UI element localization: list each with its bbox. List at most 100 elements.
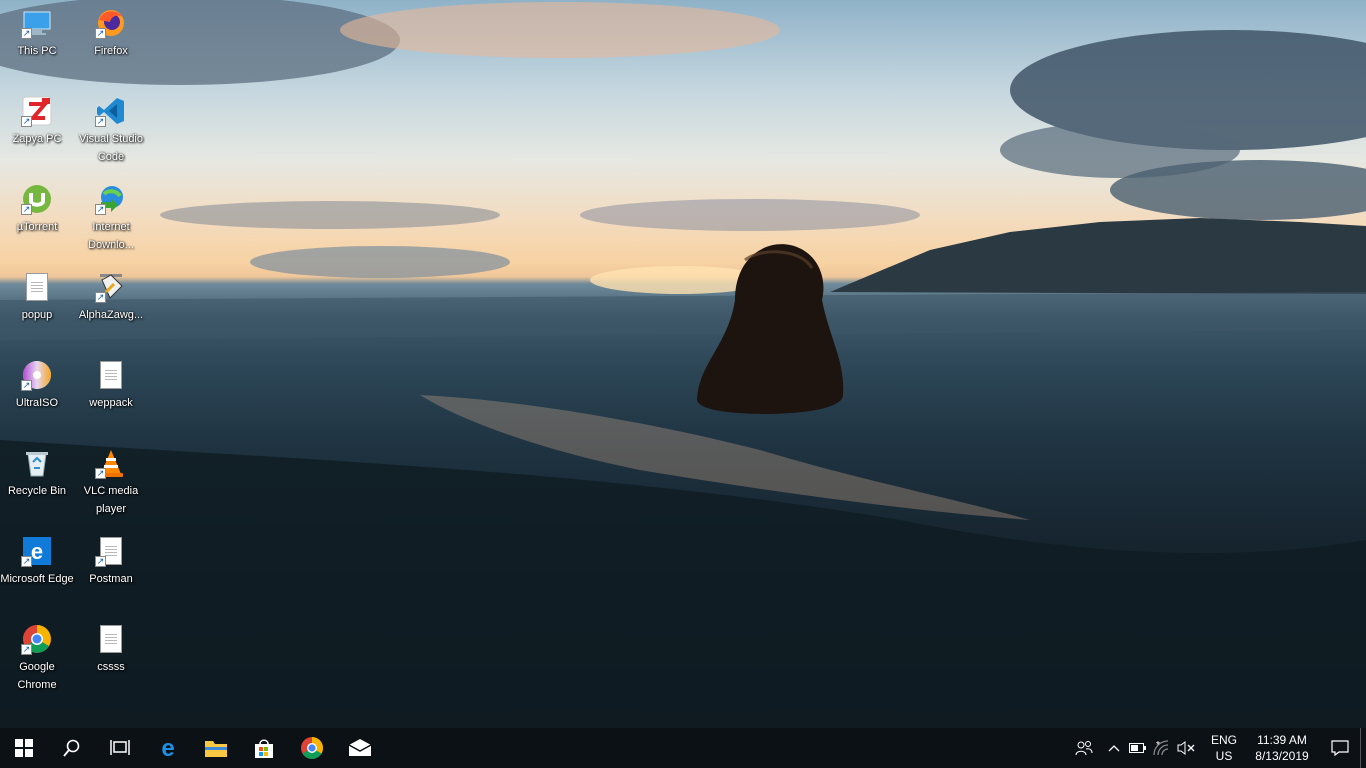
- alphazawg-icon: ↗: [95, 271, 127, 303]
- notification-icon: [1331, 740, 1349, 756]
- edge-icon: e: [161, 737, 174, 759]
- people-icon: [1075, 741, 1093, 756]
- show-hidden-icons-button[interactable]: [1102, 728, 1126, 768]
- taskbar: e * ENG US 11:39 AM 8/13/2019: [0, 728, 1366, 768]
- clock-date: 8/13/2019: [1255, 749, 1309, 763]
- chevron-up-icon: [1108, 745, 1120, 752]
- shortcut-arrow-icon: ↗: [21, 116, 32, 127]
- desktop-icon-label: Firefox: [94, 45, 128, 57]
- desktop-icon-edge[interactable]: e ↗ Microsoft Edge: [0, 528, 74, 614]
- search-icon: [63, 739, 80, 757]
- volume-button[interactable]: [1174, 728, 1198, 768]
- store-icon: [255, 739, 273, 758]
- network-button[interactable]: *: [1150, 728, 1174, 768]
- file-explorer-icon: [205, 741, 227, 757]
- document-icon: [95, 359, 127, 391]
- desktop-icon-popup[interactable]: popup: [0, 264, 74, 350]
- desktop-icon-label: Visual Studio Code: [78, 133, 143, 163]
- shortcut-arrow-icon: ↗: [21, 556, 32, 567]
- desktop-icon-postman[interactable]: ↗ Postman: [74, 528, 148, 614]
- shortcut-arrow-icon: ↗: [21, 380, 32, 391]
- desktop-icon-label: Microsoft Edge: [0, 573, 74, 585]
- shortcut-arrow-icon: ↗: [95, 292, 106, 303]
- desktop-icon-chrome[interactable]: ↗ Google Chrome: [0, 616, 74, 702]
- desktop-icon-ultraiso[interactable]: ↗ UltraISO: [0, 352, 74, 438]
- desktop-icon-label: UltraISO: [15, 397, 59, 409]
- taskbar-file-explorer-button[interactable]: [192, 728, 240, 768]
- desktop-icon-vscode[interactable]: ↗ Visual Studio Code: [74, 88, 148, 174]
- taskbar-mail-button[interactable]: [336, 728, 384, 768]
- desktop-icon-label: Google Chrome: [17, 661, 57, 691]
- vscode-icon: ↗: [95, 95, 127, 127]
- desktop-icon-this-pc[interactable]: ↗ This PC: [0, 0, 74, 86]
- shortcut-arrow-icon: ↗: [95, 116, 106, 127]
- recycle-bin-icon: [21, 447, 53, 479]
- shortcut-arrow-icon: ↗: [95, 556, 106, 567]
- this-pc-icon: ↗: [21, 7, 53, 39]
- desktop-icon-label: Internet Downlo...: [88, 221, 134, 251]
- people-button[interactable]: [1066, 728, 1102, 768]
- desktop-icon-firefox[interactable]: ↗ Firefox: [74, 0, 148, 86]
- desktop-icon-recycle-bin[interactable]: Recycle Bin: [0, 440, 74, 526]
- svg-text:e: e: [161, 737, 174, 759]
- document-icon: ↗: [95, 535, 127, 567]
- shortcut-arrow-icon: ↗: [21, 28, 32, 39]
- task-view-button[interactable]: [96, 728, 144, 768]
- show-desktop-button[interactable]: [1360, 728, 1366, 768]
- edge-icon: e ↗: [21, 535, 53, 567]
- desktop-icon-vlc[interactable]: ↗ VLC media player: [74, 440, 148, 526]
- desktop-icon-label: Postman: [89, 573, 133, 585]
- document-icon: [21, 271, 53, 303]
- search-button[interactable]: [48, 728, 96, 768]
- desktop-icon-cssss[interactable]: cssss: [74, 616, 148, 702]
- desktop-icon-alphazawg[interactable]: ↗ AlphaZawg...: [74, 264, 148, 350]
- wallpaper-scene: [0, 0, 1366, 728]
- desktop-icon-utorrent[interactable]: ↗ µTorrent: [0, 176, 74, 262]
- desktop-icon-label: weppack: [89, 397, 133, 409]
- action-center-button[interactable]: [1320, 728, 1360, 768]
- desktop-icon-label: AlphaZawg...: [78, 309, 144, 321]
- battery-icon: [1129, 743, 1146, 753]
- clock-time: 11:39 AM: [1257, 733, 1307, 747]
- desktop-icon-label: Zapya PC: [12, 133, 62, 145]
- shortcut-arrow-icon: ↗: [95, 28, 106, 39]
- desktop-icon-label: µTorrent: [16, 221, 58, 233]
- desktop-icon-idm[interactable]: ↗ Internet Downlo...: [74, 176, 148, 262]
- clock-button[interactable]: 11:39 AM 8/13/2019: [1244, 732, 1320, 764]
- desktop-icon-label: VLC media player: [83, 485, 139, 515]
- svg-text:*: *: [1156, 740, 1160, 751]
- mail-icon: [348, 739, 372, 756]
- desktop-icon-zapya[interactable]: ↗ Zapya PC: [0, 88, 74, 174]
- chrome-icon: [301, 737, 323, 759]
- taskbar-chrome-button[interactable]: [288, 728, 336, 768]
- taskbar-store-button[interactable]: [240, 728, 288, 768]
- chrome-icon: ↗: [21, 623, 53, 655]
- zapya-icon: ↗: [21, 95, 53, 127]
- task-view-icon: [110, 740, 130, 755]
- shortcut-arrow-icon: ↗: [95, 468, 106, 479]
- document-icon: [95, 623, 127, 655]
- taskbar-edge-button[interactable]: e: [144, 728, 192, 768]
- language-code: ENG: [1210, 733, 1237, 747]
- system-tray: * ENG US 11:39 AM 8/13/2019: [1066, 728, 1366, 768]
- shortcut-arrow-icon: ↗: [95, 204, 106, 215]
- vlc-icon: ↗: [95, 447, 127, 479]
- start-button[interactable]: [0, 728, 48, 768]
- svg-text:e: e: [31, 539, 43, 564]
- wifi-icon: *: [1153, 740, 1169, 756]
- desktop-icon-label: Recycle Bin: [7, 485, 67, 497]
- desktop-icon-label: popup: [21, 309, 53, 321]
- desktop-wallpaper: [0, 0, 1366, 728]
- input-language-button[interactable]: ENG US: [1204, 732, 1244, 764]
- desktop-icon-weppack[interactable]: weppack: [74, 352, 148, 438]
- desktop-icon-label: cssss: [97, 661, 125, 673]
- desktop-icon-label: This PC: [17, 45, 57, 57]
- ultraiso-icon: ↗: [21, 359, 53, 391]
- language-region: US: [1215, 749, 1233, 763]
- shortcut-arrow-icon: ↗: [21, 644, 32, 655]
- firefox-icon: ↗: [95, 7, 127, 39]
- battery-button[interactable]: [1126, 728, 1150, 768]
- start-icon: [15, 739, 33, 757]
- idm-icon: ↗: [95, 183, 127, 215]
- shortcut-arrow-icon: ↗: [21, 204, 32, 215]
